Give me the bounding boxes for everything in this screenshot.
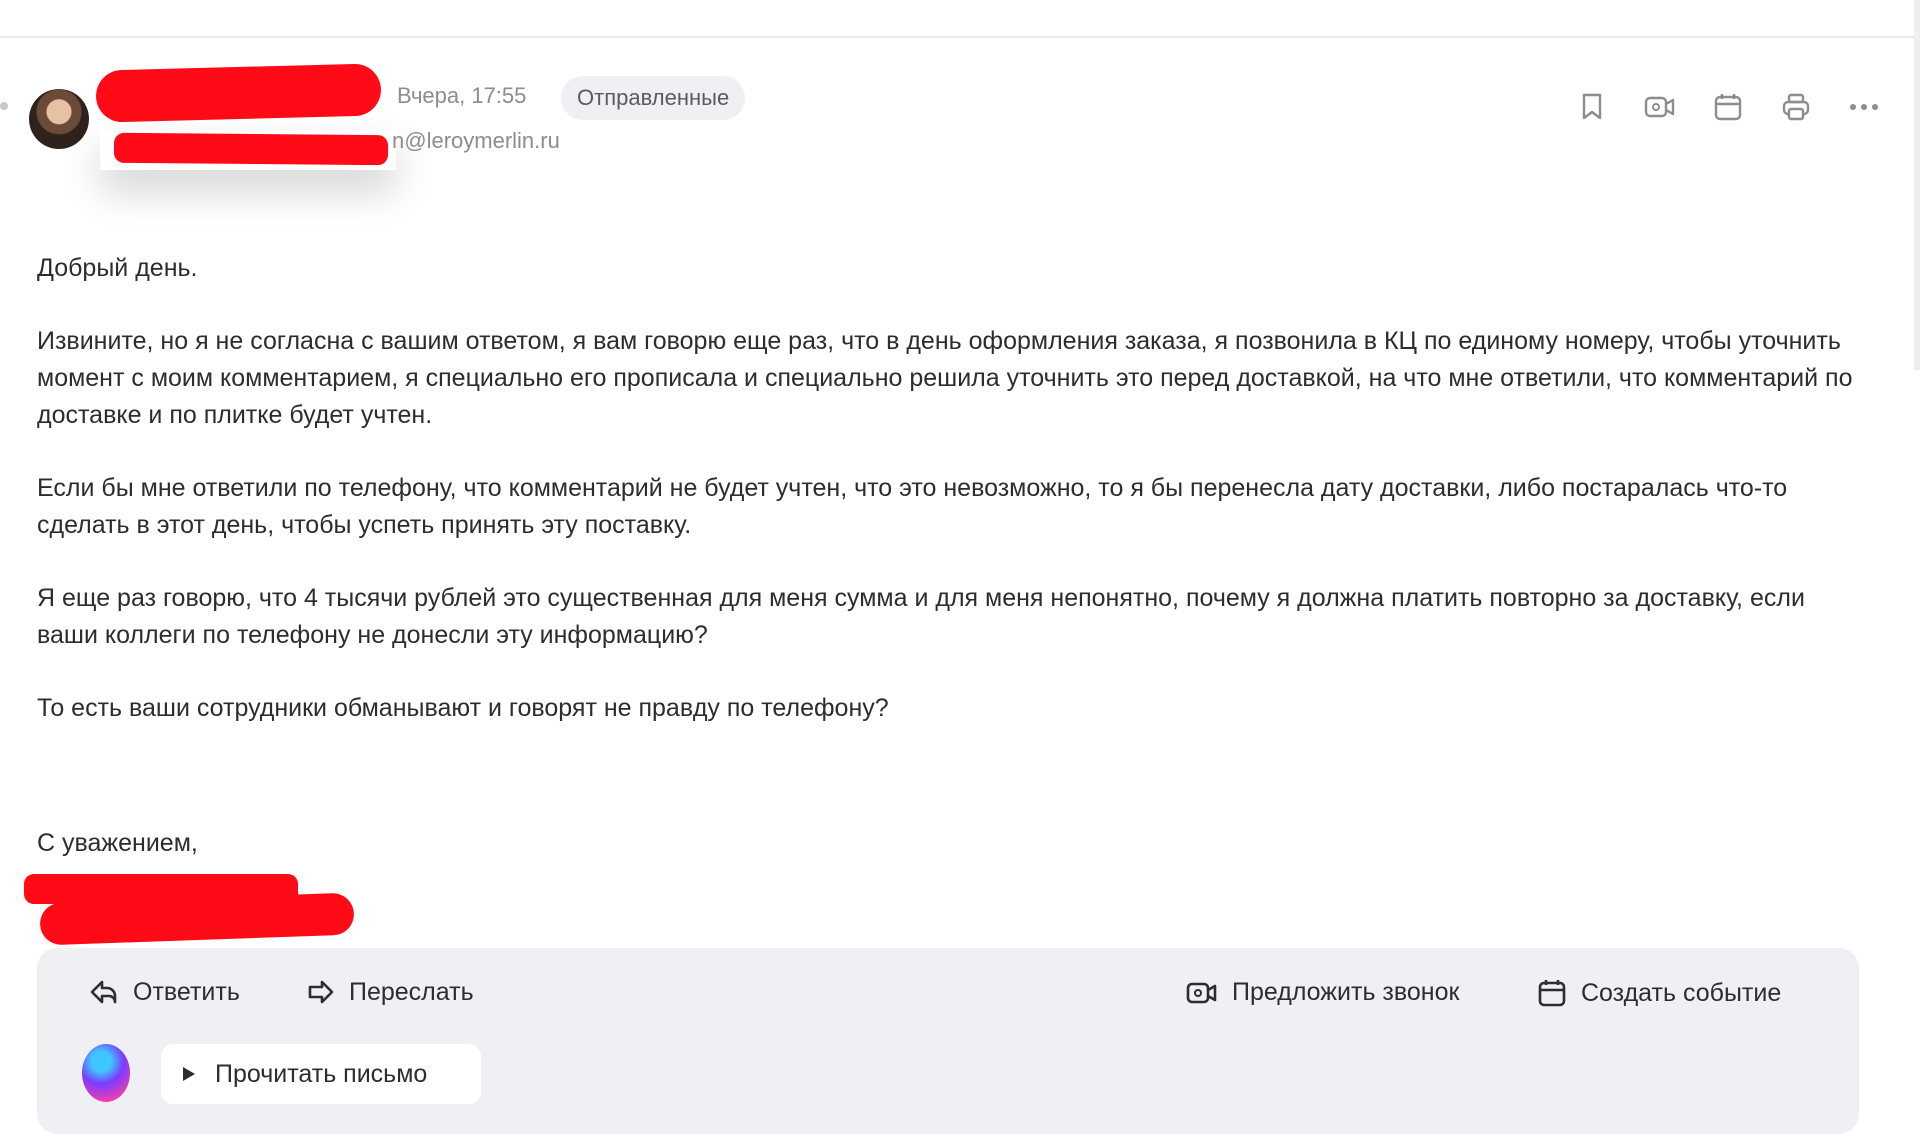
- top-divider: [0, 36, 1920, 38]
- body-paragraph: Я еще раз говорю, что 4 тысячи рублей эт…: [37, 584, 1805, 649]
- message-toolbar: [1575, 90, 1881, 124]
- unread-marker: [0, 102, 8, 110]
- sender-address-redaction: [113, 132, 389, 166]
- calendar-icon[interactable]: [1711, 90, 1745, 124]
- play-icon: [183, 1067, 195, 1081]
- calendar-icon: [1538, 980, 1566, 1007]
- propose-call-button[interactable]: Предложить звонок: [1186, 978, 1459, 1007]
- scrollbar-track[interactable]: [1914, 0, 1920, 370]
- reply-icon: [90, 980, 117, 1003]
- greeting: Добрый день.: [37, 254, 198, 282]
- body-paragraph: То есть ваши сотрудники обманывают и гов…: [37, 694, 889, 722]
- print-icon[interactable]: [1779, 90, 1813, 124]
- folder-badge[interactable]: Отправленные: [561, 76, 746, 120]
- message-body: Добрый день. Извините, но я не согласна …: [37, 250, 1867, 763]
- forward-button[interactable]: Переслать: [305, 978, 474, 1007]
- sender-avatar[interactable]: [29, 89, 89, 149]
- message-date: Вчера, 17:55: [397, 83, 527, 108]
- propose-call-label: Предложить звонок: [1232, 978, 1460, 1006]
- sender-name-redaction: [95, 63, 382, 123]
- signoff: С уважением,: [37, 829, 198, 857]
- bookmark-icon[interactable]: [1575, 90, 1609, 124]
- body-paragraph: Если бы мне ответили по телефону, что ко…: [37, 474, 1788, 539]
- more-icon[interactable]: [1847, 90, 1881, 124]
- reply-panel: Ответить Переслать Предложить звонок Соз…: [37, 948, 1859, 1134]
- video-call-icon[interactable]: [1643, 90, 1677, 124]
- create-event-label: Создать событие: [1581, 978, 1782, 1007]
- forward-label: Переслать: [349, 978, 474, 1006]
- read-aloud-button[interactable]: Прочитать письмо: [161, 1044, 481, 1104]
- assistant-orb-icon[interactable]: [82, 1044, 130, 1102]
- video-call-icon: [1186, 982, 1217, 1003]
- reply-label: Ответить: [133, 978, 240, 1006]
- sender-email[interactable]: n@leroymerlin.ru: [392, 128, 560, 154]
- read-aloud-label: Прочитать письмо: [215, 1059, 428, 1088]
- forward-icon: [308, 980, 334, 1003]
- reply-button[interactable]: Ответить: [89, 978, 240, 1007]
- create-event-button[interactable]: Создать событие: [1537, 978, 1781, 1008]
- body-paragraph: Извините, но я не согласна с вашим ответ…: [37, 327, 1853, 429]
